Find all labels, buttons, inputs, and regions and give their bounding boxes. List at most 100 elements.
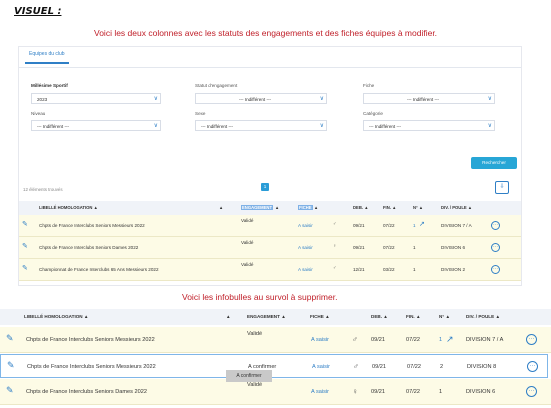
fin: 07/22: [407, 364, 421, 370]
division: DIVISION 6: [466, 389, 496, 395]
external-link-icon[interactable]: ↗: [419, 220, 425, 228]
team-number: 1: [413, 267, 416, 272]
millesime-label: Millésime Sportif: [31, 83, 68, 88]
fiche-link[interactable]: A saisir: [311, 337, 329, 343]
col-deb[interactable]: DEB. ▲: [371, 314, 388, 319]
male-icon: ♂: [352, 335, 358, 344]
tab-equipes-du-club[interactable]: Equipes du club: [25, 51, 69, 64]
categorie-select[interactable]: --- Indifférent --- ∨: [363, 120, 495, 131]
engagement-status: Validé: [247, 382, 263, 388]
pencil-icon[interactable]: ✎: [22, 220, 28, 228]
table-row[interactable]: ✎ Chpts de France Interclubs Seniors Mes…: [19, 215, 521, 237]
more-options-icon[interactable]: ···: [491, 243, 500, 252]
more-options-icon[interactable]: ···: [527, 361, 538, 372]
pencil-icon[interactable]: ✎: [22, 242, 28, 250]
engagement-status: Validé: [247, 331, 263, 337]
niveau-select[interactable]: --- Indifférent --- ∨: [31, 120, 161, 131]
female-icon: ♀: [333, 243, 337, 248]
millesime-value: 2023: [37, 96, 48, 102]
col-libelle[interactable]: LIBELLÉ HOMOLOGATION ▲: [24, 314, 88, 319]
top-caption: Voici les deux colonnes avec les statuts…: [94, 28, 438, 38]
fiche-value: --- Indifférent ---: [406, 96, 440, 102]
fiche-link[interactable]: A saisir: [298, 245, 313, 250]
niveau-value: --- Indifférent ---: [37, 123, 70, 129]
female-icon: ♀: [352, 387, 358, 396]
external-link-icon[interactable]: ↗: [446, 334, 454, 345]
engagement-status: Validé: [241, 240, 254, 245]
sexe-value: --- Indifférent ---: [201, 123, 234, 129]
col-engagement[interactable]: ENGAGEMENT ▲: [247, 314, 286, 319]
page-button[interactable]: 1: [261, 183, 269, 191]
deb: 09/21: [371, 389, 385, 395]
table-row[interactable]: ✎ Chpts de France Interclubs Seniors Dam…: [0, 379, 551, 405]
table-header: LIBELLÉ HOMOLOGATION ▲ ▲ ENGAGEMENT ▲ FI…: [0, 309, 551, 325]
col-n[interactable]: N° ▲: [439, 314, 450, 319]
col-fin[interactable]: FIN. ▲: [383, 205, 396, 210]
chevron-down-icon: ∨: [319, 96, 324, 102]
sort-icon[interactable]: ▲: [219, 205, 223, 210]
libelle: Chpts de France Interclubs Seniors Dames…: [26, 389, 147, 395]
fiche-link[interactable]: A saisir: [312, 364, 330, 370]
team-number: 2: [440, 364, 444, 370]
male-icon: ♂: [353, 362, 359, 371]
fin: 07/22: [406, 337, 420, 343]
team-number: 1: [439, 389, 443, 395]
statut-select[interactable]: --- Indifférent --- ∨: [195, 93, 327, 104]
export-icon[interactable]: ⇩: [495, 181, 509, 194]
tab-strip: Equipes du club: [19, 47, 521, 68]
male-icon: ♂: [333, 265, 337, 270]
chevron-down-icon: ∨: [487, 123, 492, 129]
pencil-icon[interactable]: ✎: [7, 360, 15, 371]
col-fiche[interactable]: FICHE ▲: [310, 314, 330, 319]
more-options-icon[interactable]: ···: [526, 386, 537, 397]
col-div[interactable]: DIV. / POULE ▲: [466, 314, 500, 319]
deb: 09/21: [353, 223, 365, 228]
statut-label: Statut d'engagement: [195, 83, 238, 88]
sort-icon[interactable]: ▲: [226, 314, 231, 319]
more-options-icon[interactable]: ···: [526, 334, 537, 345]
pencil-icon[interactable]: ✎: [22, 264, 28, 272]
sexe-label: Sexe: [195, 111, 206, 116]
col-div[interactable]: DIV. / POULE ▲: [441, 205, 472, 210]
table-row[interactable]: ✎ Championnat de France Interclubs 65 An…: [19, 259, 521, 281]
team-number[interactable]: 1: [413, 223, 416, 228]
fiche-select[interactable]: --- Indifférent --- ∨: [363, 93, 495, 104]
results-count: 12 éléments trouvés: [23, 187, 63, 192]
table-row-hovered[interactable]: ✎ Chpts de France Interclubs Seniors Mes…: [0, 354, 548, 378]
fin: 07/22: [383, 245, 395, 250]
col-fin[interactable]: FIN. ▲: [406, 314, 421, 319]
fiche-link[interactable]: A saisir: [311, 389, 329, 395]
fin: 07/22: [406, 389, 420, 395]
pencil-icon[interactable]: ✎: [6, 385, 14, 396]
col-n[interactable]: N° ▲: [413, 205, 423, 210]
col-engagement[interactable]: ENGAGEMENT: [241, 205, 274, 210]
col-fiche[interactable]: FICHE: [298, 205, 313, 210]
search-button[interactable]: Rechercher: [471, 157, 517, 169]
col-libelle[interactable]: LIBELLÉ HOMOLOGATION ▲: [39, 205, 98, 210]
libelle: Chpts de France Interclubs Seniors Messi…: [39, 223, 145, 228]
fiche-link[interactable]: A saisir: [298, 267, 313, 272]
team-number: 1: [413, 245, 416, 250]
millesime-select[interactable]: 2023 ∨: [31, 93, 161, 104]
col-deb[interactable]: DEB. ▲: [353, 205, 368, 210]
deb: 12/21: [353, 267, 365, 272]
table-row[interactable]: ✎ Chpts de France Interclubs Seniors Mes…: [0, 327, 551, 353]
engagement-status: Validé: [241, 218, 254, 223]
table-header: LIBELLÉ HOMOLOGATION ▲ ▲ ENGAGEMENT ▲ FI…: [19, 201, 521, 215]
more-options-icon[interactable]: ···: [491, 265, 500, 274]
libelle: Chpts de France Interclubs Seniors Messi…: [27, 364, 156, 370]
chevron-down-icon: ∨: [319, 123, 324, 129]
fiche-link[interactable]: A saisir: [298, 223, 313, 228]
table-row[interactable]: ✎ Chpts de France Interclubs Seniors Dam…: [19, 237, 521, 259]
fiche-label: Fiche: [363, 83, 375, 88]
team-number[interactable]: 1: [439, 337, 442, 343]
sort-icon[interactable]: ▲: [314, 205, 318, 210]
division: DIVISION 8: [467, 364, 497, 370]
pencil-icon[interactable]: ✎: [6, 333, 14, 344]
more-options-icon[interactable]: ···: [491, 221, 500, 230]
sort-icon[interactable]: ▲: [275, 205, 279, 210]
fin: 07/22: [383, 223, 395, 228]
chevron-down-icon: ∨: [153, 96, 158, 102]
libelle: Chpts de France Interclubs Seniors Messi…: [26, 337, 155, 343]
sexe-select[interactable]: --- Indifférent --- ∨: [195, 120, 327, 131]
